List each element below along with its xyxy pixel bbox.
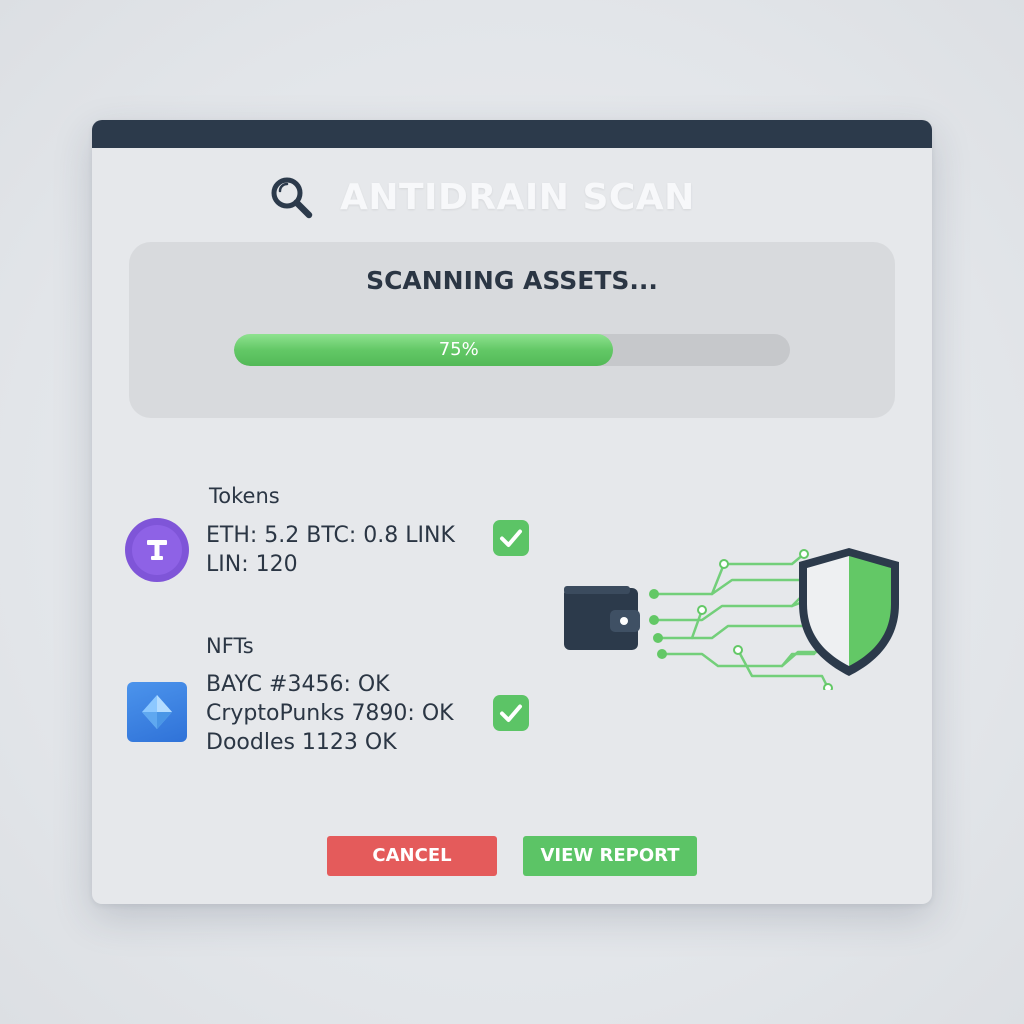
progress-bar: 75%: [234, 334, 790, 366]
token-t-glyph-icon: [147, 540, 167, 560]
cancel-button[interactable]: CANCEL: [327, 836, 497, 876]
wallet-icon: [564, 586, 640, 650]
view-report-button[interactable]: VIEW REPORT: [523, 836, 697, 876]
nft-list: BAYC #3456: OK CryptoPunks 7890: OK Dood…: [206, 670, 454, 757]
nft-line: CryptoPunks 7890: OK: [206, 701, 454, 726]
tokens-section-title: Tokens: [209, 484, 280, 508]
token-logo-icon: [125, 518, 189, 582]
scan-window: ANTIDRAIN SCAN SCANNING ASSETS... 75% To…: [92, 120, 932, 904]
window-titlebar[interactable]: [92, 120, 932, 148]
shield-icon: [799, 548, 899, 676]
scan-status-text: SCANNING ASSETS...: [366, 266, 658, 295]
wallet-protection-illustration: [564, 548, 899, 690]
nft-diamond-icon: [127, 682, 187, 742]
token-list: ETH: 5.2 BTC: 0.8 LINK LIN: 120: [206, 521, 455, 579]
tokens-check-icon: [493, 520, 529, 556]
token-logo-letter: [132, 525, 182, 575]
progress-percent-label: 75%: [438, 339, 479, 360]
token-line: LIN: 120: [206, 552, 298, 577]
app-title: ANTIDRAIN SCAN: [340, 176, 695, 218]
scan-progress-panel: SCANNING ASSETS... 75%: [129, 242, 895, 418]
token-line: ETH: 5.2 BTC: 0.8 LINK: [206, 523, 455, 548]
nft-line: BAYC #3456: OK: [206, 672, 390, 697]
nft-line: Doodles 1123 OK: [206, 730, 397, 755]
nfts-section-title: NFTs: [206, 634, 254, 658]
app-header: ANTIDRAIN SCAN: [268, 172, 695, 222]
nfts-check-icon: [493, 695, 529, 731]
page: ANTIDRAIN SCAN SCANNING ASSETS... 75% To…: [0, 0, 1024, 1024]
search-icon: [271, 177, 313, 219]
